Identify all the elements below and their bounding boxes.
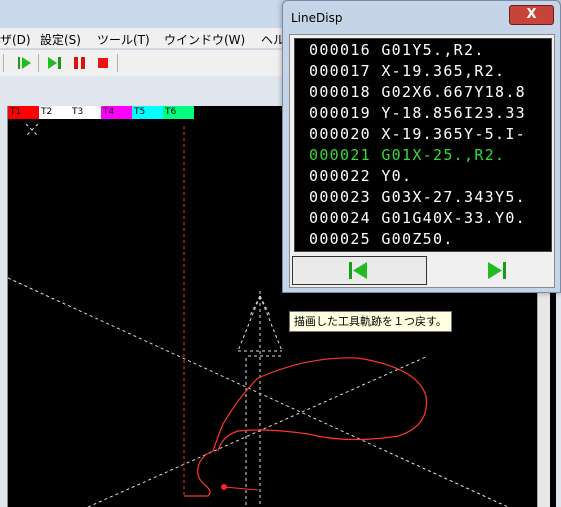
nc-code-line[interactable]: 000024 G01G40X-33.Y0. (309, 209, 526, 230)
linedisp-title: LineDisp (291, 11, 343, 25)
menu-window[interactable]: ウインドウ(W) (164, 31, 245, 48)
tool-marker-arrow-left (249, 295, 261, 317)
nc-code: G03X-27.343Y5. (381, 188, 526, 206)
line-number: 000018 (309, 83, 371, 101)
nc-code: G01G40X-33.Y0. (381, 209, 526, 227)
nc-code-line[interactable]: 000023 G03X-27.343Y5. (309, 188, 526, 209)
toolbar-separator (3, 54, 4, 72)
menu-view[interactable]: ザ(D) (0, 31, 31, 48)
nc-code-line[interactable]: 000016 G01Y5.,R2. (309, 41, 485, 62)
linedisp-panel: 000016 G01Y5.,R2. 000017 X-19.365,R2. 0000… (289, 34, 555, 288)
line-number: 000024 (309, 209, 371, 227)
line-number: 000019 (309, 104, 371, 122)
tool-marker-arrow-right (259, 295, 271, 317)
nc-code: Y0. (381, 167, 413, 185)
nc-code-line[interactable]: 000019 Y-18.856I23.33 (309, 104, 526, 125)
nc-code-line[interactable]: 000018 G02X6.667Y18.8 (309, 83, 526, 104)
step-icon (48, 57, 61, 69)
line-number: 000021 (309, 146, 371, 164)
line-number: 000017 (309, 62, 371, 80)
linedisp-window: LineDisp X 000016 G01Y5.,R2. 000017 X-19.… (282, 0, 561, 293)
stop-button[interactable] (94, 54, 112, 72)
close-button[interactable]: X (509, 5, 554, 25)
step-back-icon (349, 262, 367, 279)
nc-code-line[interactable]: 000021 G01X-25.,R2. (309, 146, 505, 167)
tool-marker-left (237, 295, 261, 352)
cutting-toolpath (184, 357, 428, 497)
toolbar-separator (117, 54, 118, 72)
nc-code: G02X6.667Y18.8 (381, 83, 526, 101)
nc-code-line[interactable]: 000022 Y0. (309, 167, 412, 188)
nc-code: G00Z50. (381, 230, 454, 248)
menu-tools[interactable]: ツール(T) (97, 31, 150, 48)
toolpath-tail (223, 486, 259, 491)
line-number: 000022 (309, 167, 371, 185)
tool-marker-right (259, 295, 283, 352)
close-icon: X (526, 7, 537, 22)
nc-code-list[interactable]: 000016 G01Y5.,R2. 000017 X-19.365,R2. 0000… (294, 38, 552, 252)
nc-code: X-19.365,R2. (381, 62, 506, 80)
stop-icon (98, 58, 108, 68)
nc-code: X-19.365Y-5.I- (381, 125, 526, 143)
line-number: 000016 (309, 41, 371, 59)
nc-code-line[interactable]: 000020 X-19.365Y-5.I- (309, 125, 526, 146)
play-icon (18, 57, 31, 69)
step-back-button[interactable] (292, 256, 427, 285)
nc-code: G01X-25.,R2. (381, 146, 506, 164)
nc-code-line[interactable]: 000025 G00Z50. (309, 230, 454, 251)
step-forward-icon (488, 262, 506, 279)
line-number: 000025 (309, 230, 371, 248)
step-button[interactable] (46, 54, 64, 72)
line-number: 000023 (309, 188, 371, 206)
step-forward-button[interactable] (430, 256, 552, 285)
play-button[interactable] (15, 54, 33, 72)
nc-code-line[interactable]: 000017 X-19.365,R2. (309, 62, 505, 83)
pause-icon (74, 57, 85, 69)
toolbar-separator (38, 54, 39, 72)
menu-settings[interactable]: 設定(S) (40, 31, 81, 48)
line-number: 000020 (309, 125, 371, 143)
tooltip: 描画した工具軌跡を１つ戻す。 (289, 311, 452, 332)
nc-code: G01Y5.,R2. (381, 41, 485, 59)
nc-code: Y-18.856I23.33 (381, 104, 526, 122)
pause-button[interactable] (71, 54, 89, 72)
